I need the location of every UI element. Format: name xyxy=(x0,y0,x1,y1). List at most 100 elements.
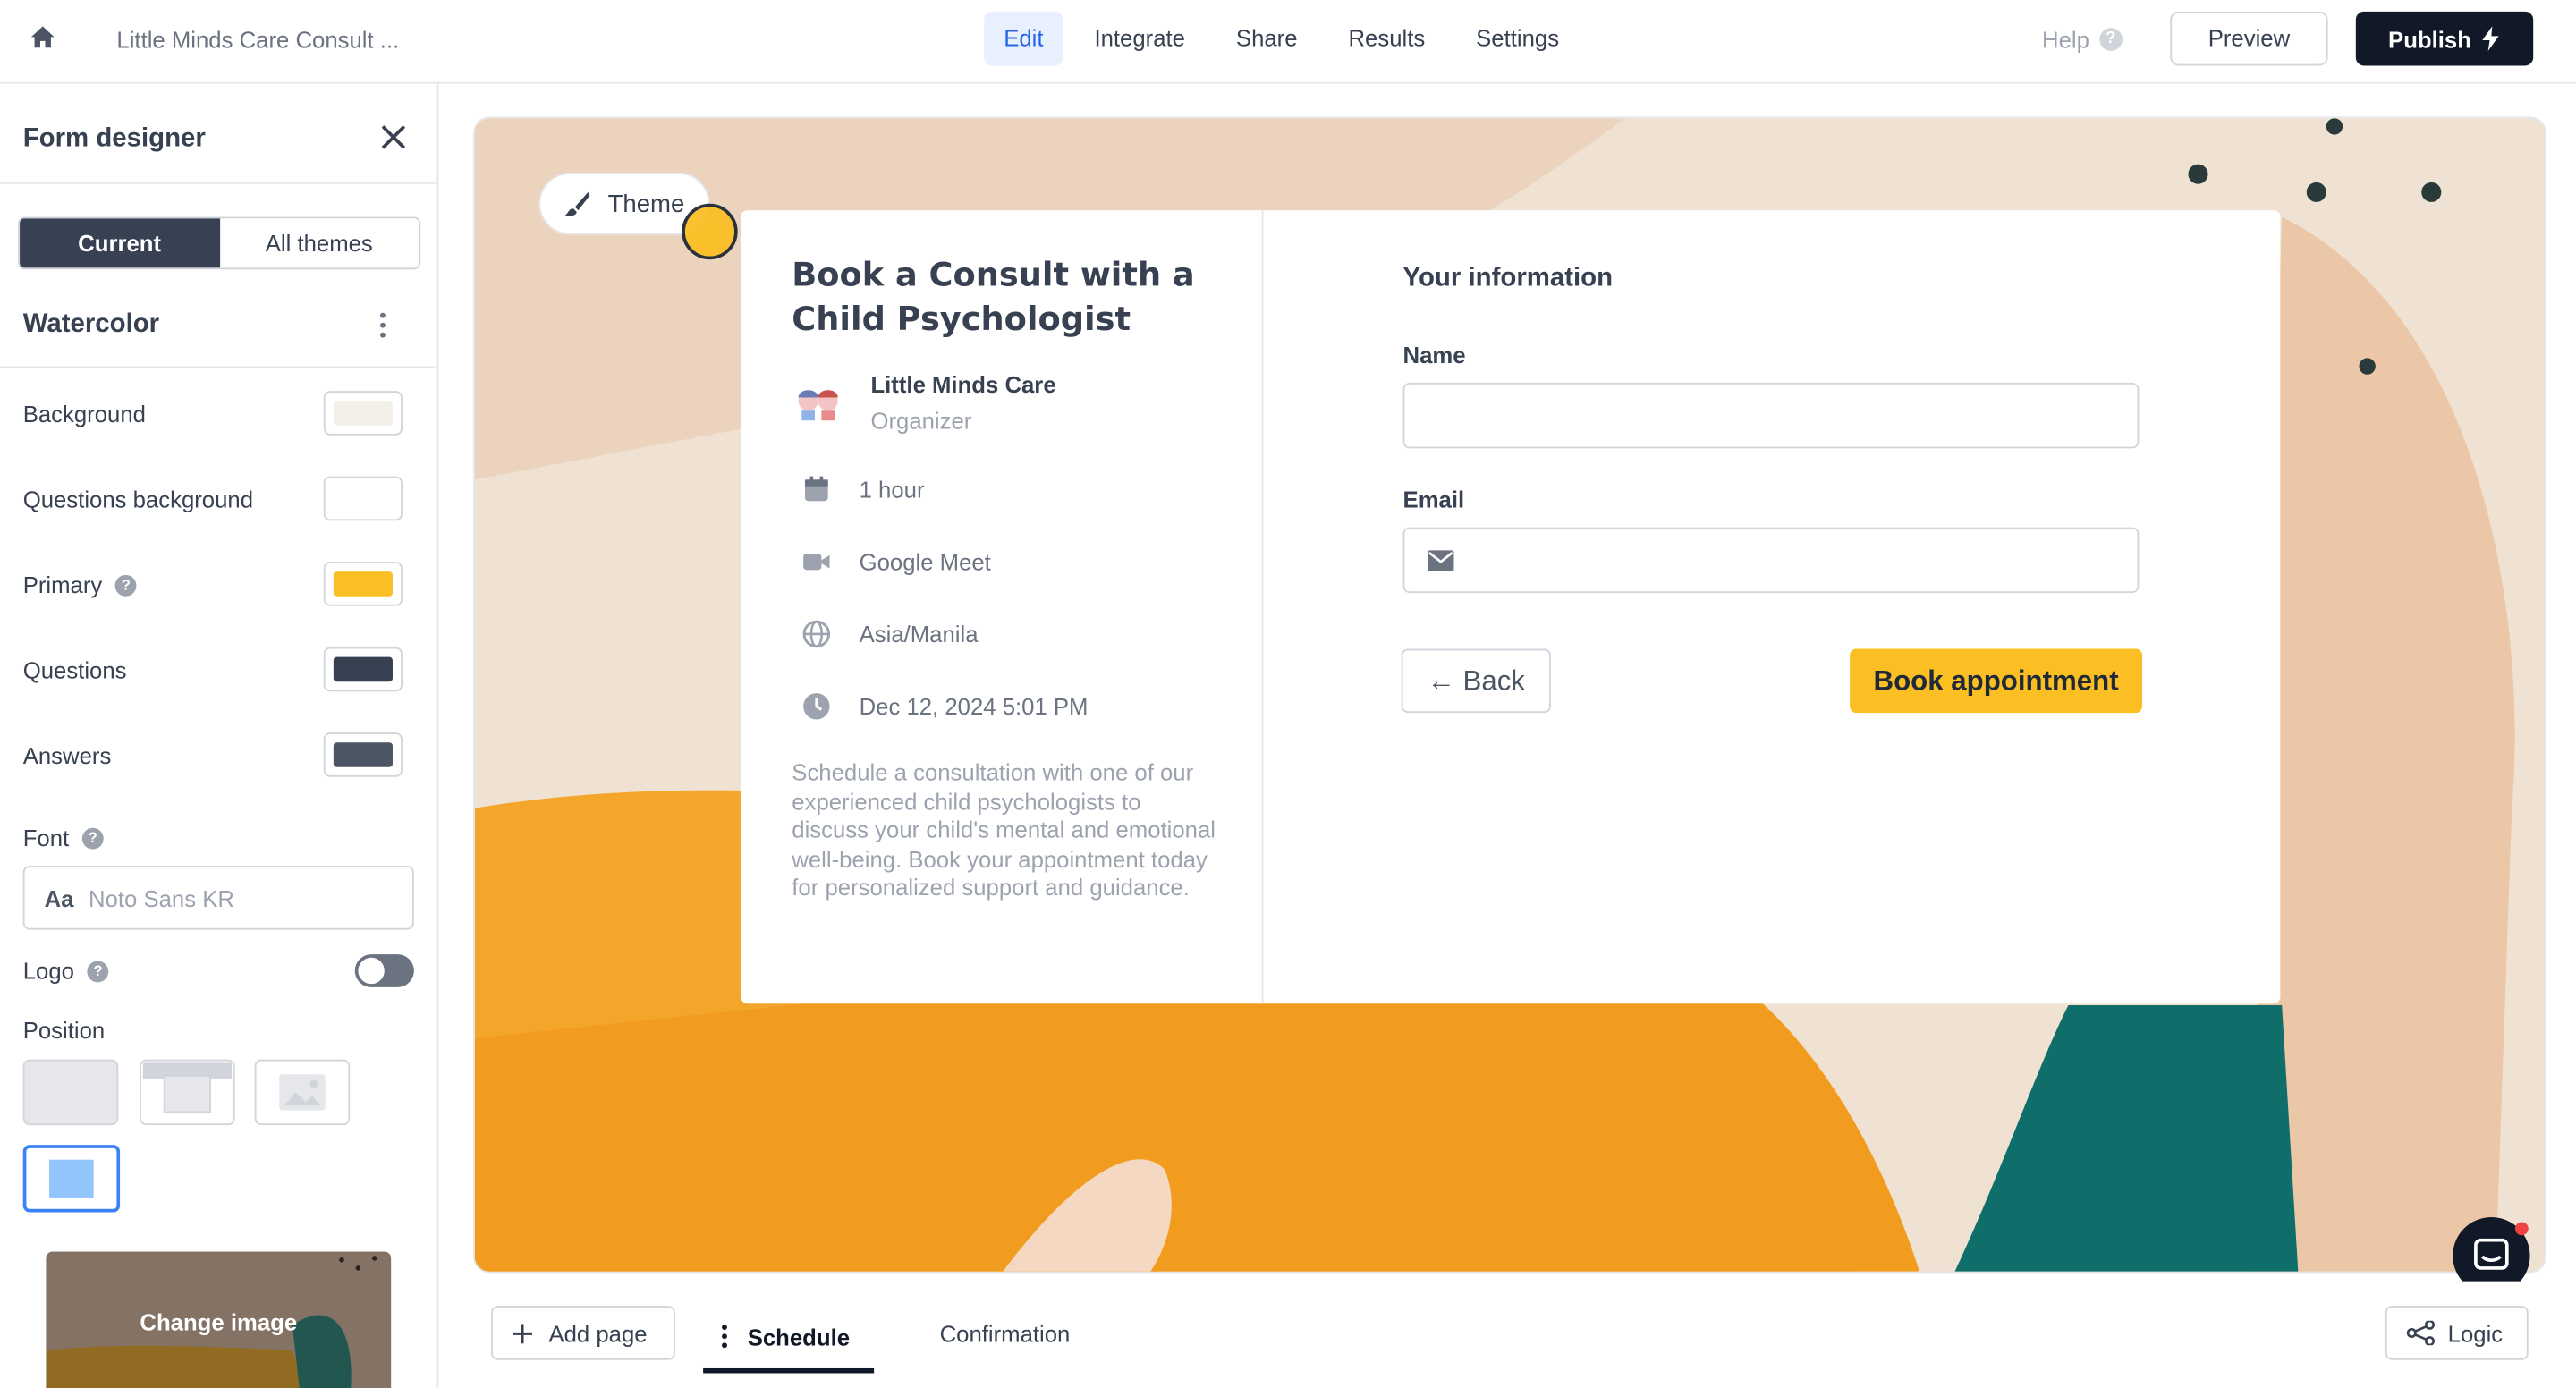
color-label: Primary xyxy=(22,571,103,598)
form-designer-panel: Form designer Current All themes Waterco… xyxy=(0,83,439,1388)
primary-color-swatch[interactable] xyxy=(323,562,402,606)
panel-title: Form designer xyxy=(22,124,206,153)
change-image-button[interactable]: Change image xyxy=(46,1251,392,1388)
timezone-row: Asia/Manila xyxy=(801,619,979,648)
location-text: Google Meet xyxy=(859,548,991,575)
publish-label: Publish xyxy=(2388,25,2471,52)
font-row: Font? xyxy=(23,825,104,851)
logo-toggle[interactable] xyxy=(354,954,414,987)
duration-row: 1 hour xyxy=(801,475,925,504)
name-input[interactable] xyxy=(1402,382,2140,449)
help-label: Help xyxy=(2042,26,2089,53)
font-select[interactable]: Aa Noto Sans KR xyxy=(22,865,414,930)
timezone-text: Asia/Manila xyxy=(859,621,979,647)
drag-handle-icon[interactable] xyxy=(721,1324,727,1349)
color-label: Background xyxy=(22,401,146,427)
logo-row: Logo? xyxy=(23,958,109,984)
image-icon xyxy=(279,1074,326,1111)
font-value: Noto Sans KR xyxy=(89,884,234,911)
add-page-button[interactable]: Add page xyxy=(491,1306,675,1360)
theme-button-label: Theme xyxy=(607,190,685,218)
layout-top-icon xyxy=(142,1062,232,1113)
book-appointment-button[interactable]: Book appointment xyxy=(1850,648,2143,714)
color-row-questions: Questions xyxy=(23,657,127,683)
close-icon[interactable] xyxy=(379,123,407,151)
background-color-swatch[interactable] xyxy=(323,391,402,436)
position-option-center[interactable] xyxy=(22,1145,121,1213)
segment-all-themes[interactable]: All themes xyxy=(219,218,419,267)
questions-color-swatch[interactable] xyxy=(323,647,402,692)
organizer-name: Little Minds Care xyxy=(870,371,1056,398)
nav-settings[interactable]: Settings xyxy=(1456,12,1579,66)
calendar-icon xyxy=(804,476,828,502)
section-title: Your information xyxy=(1402,264,1614,292)
questions-background-color-swatch[interactable] xyxy=(323,476,402,521)
answers-color-swatch[interactable] xyxy=(323,732,402,777)
app-root: Little Minds Care Consult ... Edit Integ… xyxy=(0,0,2576,1388)
back-button[interactable]: ← Back xyxy=(1401,648,1551,714)
main-nav: Edit Integrate Share Results Settings xyxy=(984,11,1590,66)
nav-edit[interactable]: Edit xyxy=(984,11,1063,66)
position-option-top[interactable] xyxy=(140,1059,235,1126)
more-vertical-icon[interactable] xyxy=(377,310,387,340)
change-image-label: Change image xyxy=(140,1308,298,1336)
top-bar: Little Minds Care Consult ... Edit Integ… xyxy=(0,0,2576,84)
question-icon[interactable]: ? xyxy=(114,573,137,596)
color-label: Questions background xyxy=(22,486,254,513)
preview-button[interactable]: Preview xyxy=(2170,11,2328,66)
color-label: Questions xyxy=(22,656,127,684)
segment-current[interactable]: Current xyxy=(20,218,220,268)
cursor-indicator xyxy=(682,203,738,260)
paintbrush-icon xyxy=(564,190,590,216)
organizer-avatar xyxy=(798,390,838,421)
theme-segment-control: Current All themes xyxy=(18,216,421,270)
divider xyxy=(0,366,437,368)
question-icon: ? xyxy=(2098,28,2123,51)
tab-schedule-label: Schedule xyxy=(747,1323,851,1350)
datetime-row: Dec 12, 2024 5:01 PM xyxy=(801,691,1088,721)
publish-button[interactable]: Publish xyxy=(2355,11,2534,66)
font-label: Font xyxy=(22,825,70,851)
card-divider xyxy=(1261,210,1264,1004)
envelope-icon xyxy=(1428,550,1454,572)
booking-description: Schedule a consultation with one of our … xyxy=(792,758,1216,901)
nav-share[interactable]: Share xyxy=(1216,12,1318,66)
lightning-icon xyxy=(2482,26,2500,51)
location-row: Google Meet xyxy=(801,547,991,577)
name-label: Name xyxy=(1402,342,1466,368)
email-label: Email xyxy=(1402,486,1465,513)
home-icon[interactable] xyxy=(28,23,57,53)
question-icon[interactable]: ? xyxy=(81,826,104,849)
booking-title: Book a Consult with a Child Psychologist xyxy=(792,254,1195,339)
logic-button[interactable]: Logic xyxy=(2385,1306,2529,1360)
color-row-questions-background: Questions background xyxy=(23,487,253,512)
booking-card: Book a Consult with a Child Psychologist… xyxy=(741,210,2281,1004)
share-nodes-icon xyxy=(2406,1320,2435,1346)
video-camera-icon xyxy=(803,553,830,571)
position-label: Position xyxy=(22,1016,106,1044)
email-input[interactable] xyxy=(1402,527,2140,594)
divider xyxy=(0,182,437,184)
color-row-answers: Answers xyxy=(23,742,112,768)
tab-confirmation[interactable]: Confirmation xyxy=(940,1321,1071,1347)
nav-results[interactable]: Results xyxy=(1328,12,1445,66)
page-tabs-bar: Add page Schedule Confirmation Logic xyxy=(438,1281,2576,1388)
organizer-role: Organizer xyxy=(870,407,972,434)
plus-icon xyxy=(513,1323,533,1343)
add-page-label: Add page xyxy=(548,1319,648,1347)
nav-integrate[interactable]: Integrate xyxy=(1074,12,1205,66)
logic-label: Logic xyxy=(2447,1319,2504,1347)
color-label: Answers xyxy=(22,742,112,769)
position-row: Position xyxy=(23,1017,105,1043)
tab-schedule[interactable]: Schedule xyxy=(703,1304,875,1374)
position-option-full[interactable] xyxy=(22,1059,119,1126)
logo-label: Logo xyxy=(22,957,74,985)
question-icon[interactable]: ? xyxy=(87,960,109,982)
notification-dot xyxy=(2514,1222,2529,1236)
position-option-image[interactable] xyxy=(254,1059,351,1126)
form-breadcrumb[interactable]: Little Minds Care Consult ... xyxy=(116,26,399,52)
globe-icon xyxy=(802,620,831,648)
clock-icon xyxy=(803,693,830,720)
duration-text: 1 hour xyxy=(859,476,925,504)
help-link[interactable]: Help ? xyxy=(2042,26,2123,53)
